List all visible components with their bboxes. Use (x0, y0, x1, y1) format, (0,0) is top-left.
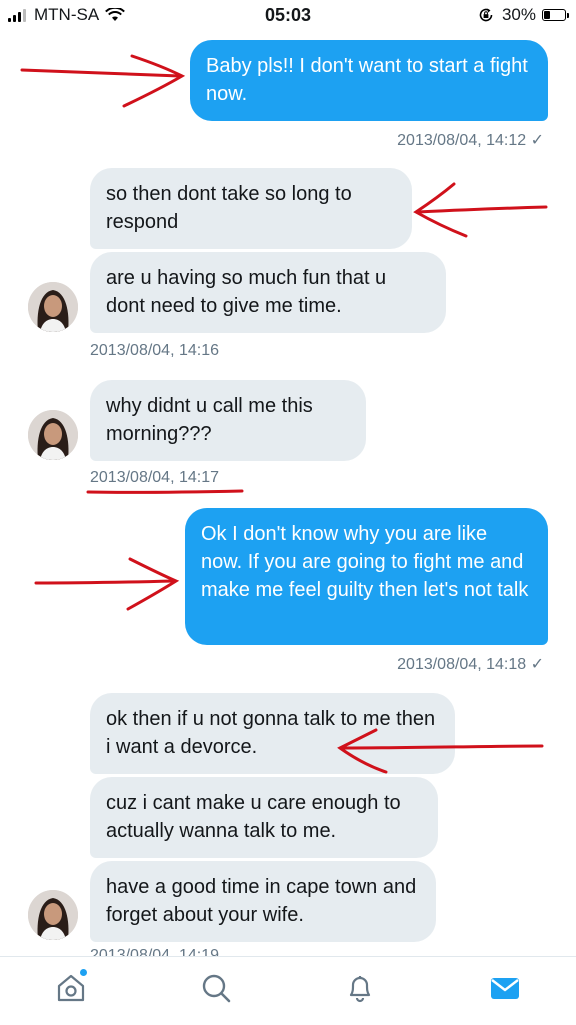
annotation-arrow (20, 54, 186, 108)
tab-notifications[interactable] (343, 971, 377, 1005)
annotation-arrow (413, 182, 548, 238)
home-icon (57, 974, 85, 1002)
message-timestamp: 2013/08/04, 14:16 (90, 342, 220, 359)
message-timestamp: 2013/08/04, 14:17 (90, 469, 220, 486)
battery-fill (544, 11, 550, 19)
status-right: 30% (478, 5, 569, 25)
bell-icon (349, 976, 371, 1003)
tab-messages[interactable] (488, 971, 522, 1005)
annotation-arrow (34, 557, 180, 611)
message-timestamp: 2013/08/04, 14:18 ✓ (397, 656, 544, 673)
avatar[interactable] (28, 890, 78, 940)
message-bubble-incoming[interactable]: cuz i cant make u care enough to actuall… (90, 777, 438, 858)
message-timestamp: 2013/08/04, 14:19 (90, 947, 220, 956)
avatar[interactable] (28, 410, 78, 460)
message-bubble-incoming[interactable]: why didnt u call me this morning??? (90, 380, 366, 461)
message-bubble-outgoing[interactable]: Baby pls!! I don't want to start a fight… (190, 40, 548, 121)
message-bubble-incoming[interactable]: have a good time in cape town and forget… (90, 861, 436, 942)
status-bar: MTN-SA 05:03 30% (0, 0, 576, 30)
message-bubble-incoming[interactable]: are u having so much fun that u dont nee… (90, 252, 446, 333)
annotation-underline (86, 489, 244, 494)
battery-icon (542, 9, 569, 21)
tab-home[interactable] (54, 971, 88, 1005)
search-icon (202, 974, 231, 1003)
battery-percent: 30% (501, 5, 536, 24)
message-bubble-outgoing[interactable]: Ok I don't know why you are like now. If… (185, 508, 548, 645)
message-bubble-incoming[interactable]: ok then if u not gonna talk to me then i… (90, 693, 455, 774)
message-timestamp: 2013/08/04, 14:12 ✓ (397, 132, 544, 149)
mail-icon (491, 978, 519, 999)
tab-search[interactable] (199, 971, 233, 1005)
message-bubble-incoming[interactable]: so then dont take so long to respond (90, 168, 412, 249)
rotation-lock-icon (479, 8, 493, 22)
tab-bar (0, 956, 576, 1025)
home-notification-dot (80, 969, 87, 976)
avatar[interactable] (28, 282, 78, 332)
